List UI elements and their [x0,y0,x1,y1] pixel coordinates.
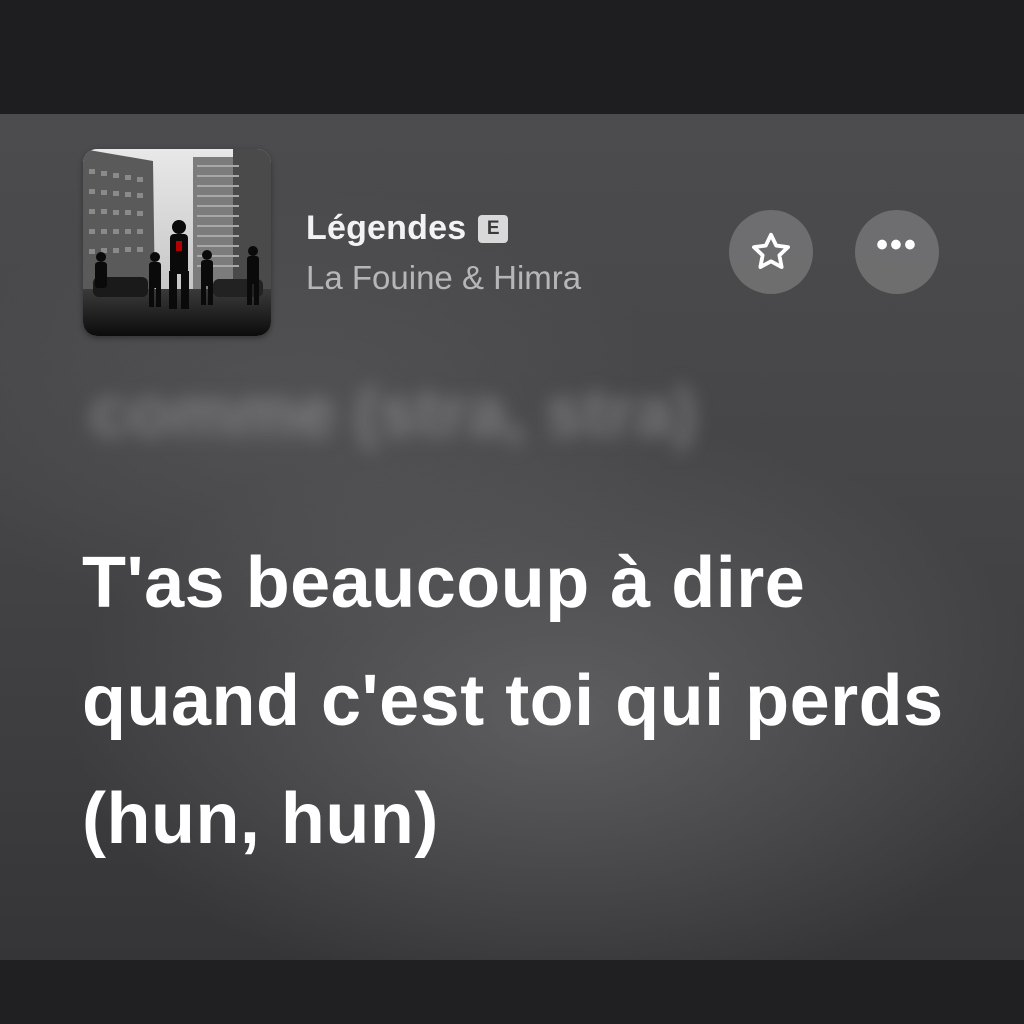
explicit-badge: E [478,214,509,243]
track-artist[interactable]: La Fouine & Himra [306,259,581,297]
track-title: Légendes [306,209,467,247]
favorite-button[interactable] [729,210,813,294]
top-background-strip [0,0,1024,114]
more-options-button[interactable]: ••• [855,210,939,294]
bottom-background-strip [0,960,1024,1024]
album-artwork-image [83,149,271,336]
track-title-row[interactable]: Légendes E [306,209,509,248]
album-artwork[interactable] [83,149,271,336]
current-lyric-line[interactable]: T'as beaucoup à dire quand c'est toi qui… [82,524,982,878]
previous-lyric-line[interactable]: comme (stra, stra) [90,372,697,452]
now-playing-lyrics-panel: Légendes E La Fouine & Himra ••• comme (… [0,114,1024,960]
star-icon [752,232,790,269]
ellipsis-icon: ••• [876,226,918,264]
